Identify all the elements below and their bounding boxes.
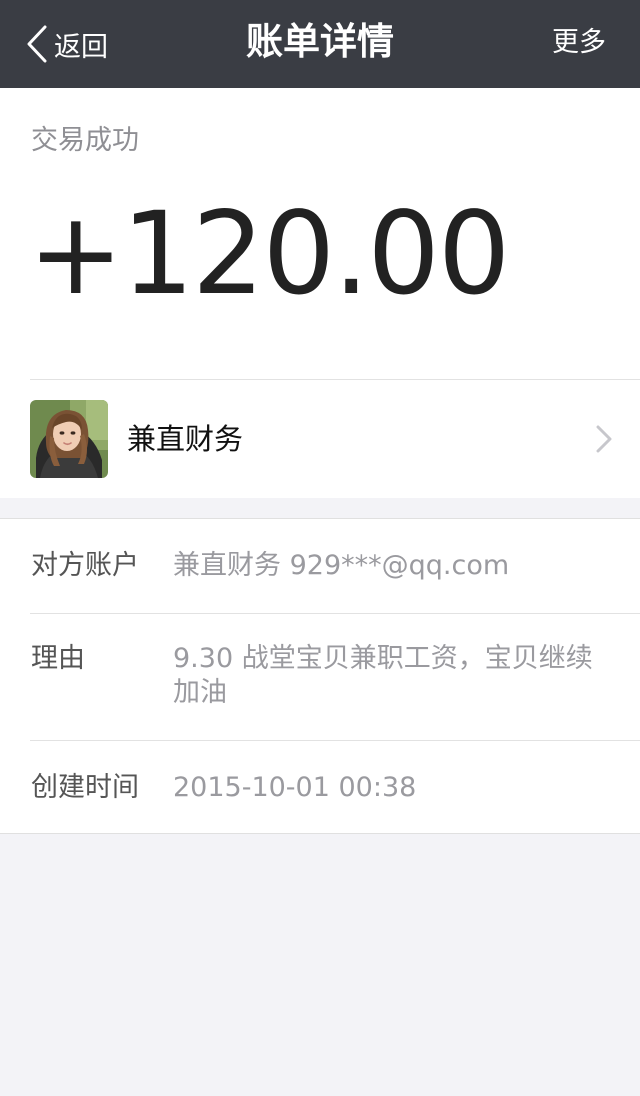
transaction-summary: 交易成功 +120.00 兼直财务 bbox=[0, 88, 640, 498]
detail-label: 对方账户 bbox=[31, 550, 139, 581]
detail-label: 理由 bbox=[31, 643, 85, 674]
transaction-status: 交易成功 bbox=[31, 125, 139, 156]
page-title: 账单详情 bbox=[246, 20, 394, 63]
avatar bbox=[30, 400, 108, 478]
detail-row-reason: 理由 9.30 战堂宝贝兼职工资，宝贝继续加油 bbox=[0, 614, 640, 740]
transaction-amount: +120.00 bbox=[28, 187, 510, 320]
detail-value: 2015-10-01 00:38 bbox=[173, 772, 417, 803]
detail-row-account: 对方账户 兼直财务 929***@qq.com bbox=[0, 519, 640, 613]
more-button[interactable]: 更多 bbox=[552, 0, 606, 88]
detail-label: 创建时间 bbox=[31, 772, 139, 803]
detail-value: 兼直财务 929***@qq.com bbox=[173, 550, 510, 581]
detail-value: 9.30 战堂宝贝兼职工资，宝贝继续加油 bbox=[173, 643, 593, 708]
chevron-right-icon bbox=[596, 425, 612, 457]
payer-row[interactable]: 兼直财务 bbox=[0, 380, 640, 498]
transaction-details: 对方账户 兼直财务 929***@qq.com 理由 9.30 战堂宝贝兼职工资… bbox=[0, 518, 640, 834]
payer-name: 兼直财务 bbox=[127, 422, 244, 456]
detail-row-created: 创建时间 2015-10-01 00:38 bbox=[0, 741, 640, 833]
navigation-bar: 返回 账单详情 更多 bbox=[0, 0, 640, 88]
